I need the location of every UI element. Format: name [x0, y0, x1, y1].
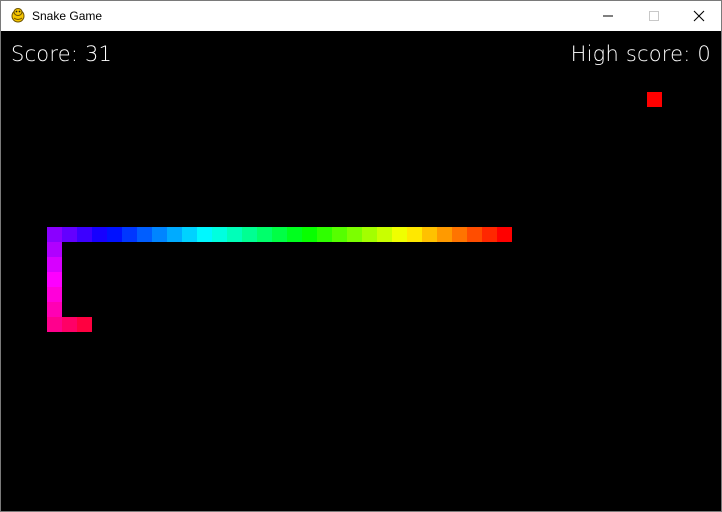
snake-segment: [227, 227, 242, 242]
snake-segment: [302, 227, 317, 242]
close-button[interactable]: [676, 1, 722, 31]
maximize-button[interactable]: [631, 1, 677, 31]
snake-segment: [407, 227, 422, 242]
window-title: Snake Game: [32, 9, 103, 23]
snake-segment: [347, 227, 362, 242]
snake-segment: [392, 227, 407, 242]
score-label: Score: 31: [11, 42, 113, 66]
snake-segment: [47, 302, 62, 317]
snake-segment: [92, 227, 107, 242]
snake-segment: [362, 227, 377, 242]
pygame-snake-icon: [11, 8, 25, 23]
snake-segment: [317, 227, 332, 242]
snake-segment: [467, 227, 482, 242]
snake-segment: [167, 227, 182, 242]
snake-segment: [47, 287, 62, 302]
snake-segment: [77, 317, 92, 332]
snake-segment: [77, 227, 92, 242]
snake-segment: [62, 227, 77, 242]
snake-head: [497, 227, 512, 242]
snake-segment: [182, 227, 197, 242]
snake-segment: [197, 227, 212, 242]
snake-segment: [107, 227, 122, 242]
snake-segment: [122, 227, 137, 242]
snake-segment: [377, 227, 392, 242]
snake-segment: [47, 317, 62, 332]
snake-segment: [287, 227, 302, 242]
snake-segment: [257, 227, 272, 242]
snake-segment: [47, 272, 62, 287]
snake-segment: [137, 227, 152, 242]
game-canvas[interactable]: Score: 31 High score: 0: [1, 31, 721, 511]
game-window: Snake Game Score: 31 High score: 0: [0, 0, 722, 512]
title-bar[interactable]: Snake Game: [1, 0, 721, 31]
snake-segment: [332, 227, 347, 242]
snake-segment: [422, 227, 437, 242]
snake-segment: [47, 257, 62, 272]
snake-segment: [47, 227, 62, 242]
close-icon: [693, 10, 705, 22]
snake-segment: [272, 227, 287, 242]
minimize-icon: [603, 15, 613, 17]
snake-segment: [452, 227, 467, 242]
snake-segment: [482, 227, 497, 242]
snake-segment: [152, 227, 167, 242]
snake-segment: [212, 227, 227, 242]
snake-segment: [437, 227, 452, 242]
snake-segment: [47, 242, 62, 257]
minimize-button[interactable]: [585, 1, 631, 31]
high-score-label: High score: 0: [570, 42, 711, 66]
food-apple: [647, 92, 662, 107]
snake-segment: [62, 317, 77, 332]
maximize-icon: [649, 11, 659, 21]
snake-segment: [242, 227, 257, 242]
